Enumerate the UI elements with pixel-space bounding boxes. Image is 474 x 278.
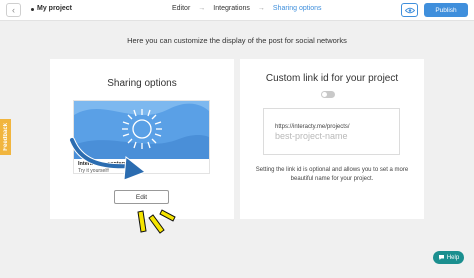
top-bar: ‹ My project Editor → Integrations → Sha… [0,0,474,21]
preview-title: Interactive content [78,161,127,167]
help-button[interactable]: Help [433,251,464,264]
link-id-placeholder: best-project-name [275,131,348,141]
toggle-knob [322,92,327,97]
eye-icon [404,7,415,13]
step-breadcrumb: Editor → Integrations → Sharing options [172,5,322,12]
feedback-label: Feedback [2,123,9,151]
publish-label: Publish [435,6,457,14]
custom-link-card: Custom link id for your project https://… [240,59,424,219]
chat-bubble-icon [438,255,444,260]
custom-link-title: Custom link id for your project [265,73,399,84]
back-button[interactable]: ‹ [6,3,21,17]
project-status-dot [31,8,34,11]
custom-link-toggle[interactable] [321,91,335,98]
edit-label: Edit [135,193,148,201]
edit-button[interactable]: Edit [114,190,169,204]
arrow-right-icon: → [198,5,206,12]
link-url-prefix: https://interacty.me/projects/ [275,124,350,130]
preview-image [74,101,209,159]
preview-button[interactable] [401,3,418,17]
preview-subtitle: Try it yourself! [78,168,110,174]
step-sharing-options[interactable]: Sharing options [273,5,322,12]
arrow-right-icon: → [257,5,265,12]
step-integrations[interactable]: Integrations [213,5,250,12]
chevron-left-icon: ‹ [12,5,15,15]
page-headline: Here you can customize the display of th… [127,36,347,45]
feedback-tab[interactable]: Feedback [0,119,11,155]
help-label: Help [446,254,460,261]
sharing-options-title: Sharing options [107,78,177,89]
link-id-field[interactable]: https://interacty.me/projects/ best-proj… [263,108,400,155]
sharing-options-card: Sharing options Interactive content Try … [50,59,234,219]
publish-button[interactable]: Publish [424,3,468,17]
step-editor[interactable]: Editor [172,5,190,12]
link-id-note: Setting the link id is optional and allo… [255,167,409,182]
project-title: My project [37,5,73,12]
social-preview: Interactive content Try it yourself! [73,100,210,174]
